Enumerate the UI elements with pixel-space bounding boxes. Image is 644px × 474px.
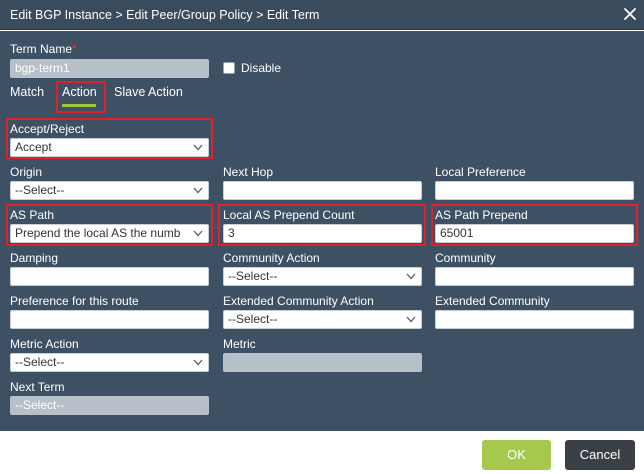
as-path-prepend-input[interactable]: 65001 [435,224,634,243]
metric-action-select[interactable]: --Select-- [10,353,209,372]
term-name-label: Term Name* [10,42,77,56]
next-term-label: Next Term [10,380,65,394]
origin-label: Origin [10,165,43,179]
chevron-down-icon [193,359,203,366]
accept-reject-select[interactable]: Accept [10,138,209,157]
metric-action-value: --Select-- [15,356,65,369]
chevron-down-icon [193,230,203,237]
chevron-down-icon [193,187,203,194]
metric-action-label: Metric Action [10,337,79,351]
chevron-down-icon [406,316,416,323]
extended-community-action-value: --Select-- [228,313,278,326]
damping-input[interactable] [10,267,209,286]
term-name-field: bgp-term1 [10,59,209,78]
as-path-label: AS Path [10,208,55,222]
tab-match[interactable]: Match [10,85,44,99]
local-as-prepend-count-label: Local AS Prepend Count [223,208,355,222]
dialog-titlebar: Edit BGP Instance > Edit Peer/Group Poli… [0,0,644,30]
extended-community-label: Extended Community [435,294,550,308]
close-icon[interactable] [623,7,637,21]
local-preference-input[interactable] [435,181,634,200]
as-path-value: Prepend the local AS the numb [15,227,181,240]
dialog-title: Edit BGP Instance > Edit Peer/Group Poli… [10,8,320,22]
tab-action[interactable]: Action [62,85,97,99]
community-label: Community [435,251,496,265]
next-term-select: --Select-- [10,396,209,415]
local-preference-label: Local Preference [435,165,526,179]
tab-slave-action[interactable]: Slave Action [114,85,183,99]
preference-label: Preference for this route [10,294,139,308]
extended-community-action-select[interactable]: --Select-- [223,310,422,329]
damping-label: Damping [10,251,59,265]
community-action-label: Community Action [223,251,320,265]
as-path-prepend-label: AS Path Prepend [435,208,528,222]
required-mark: * [72,42,77,56]
community-action-value: --Select-- [228,270,278,283]
next-hop-label: Next Hop [223,165,274,179]
as-path-select[interactable]: Prepend the local AS the numb [10,224,209,243]
extended-community-action-label: Extended Community Action [223,294,374,308]
extended-community-input[interactable] [435,310,634,329]
community-input[interactable] [435,267,634,286]
ok-button[interactable]: OK [482,440,551,470]
community-action-select[interactable]: --Select-- [223,267,422,286]
cancel-button[interactable]: Cancel [565,440,635,470]
local-as-prepend-count-input[interactable]: 3 [223,224,422,243]
metric-label: Metric [223,337,256,351]
accept-reject-label: Accept/Reject [10,122,85,136]
next-hop-input[interactable] [223,181,422,200]
disable-label: Disable [241,61,282,75]
origin-value: --Select-- [15,184,65,197]
chevron-down-icon [406,273,416,280]
active-tab-indicator [62,104,96,107]
accept-reject-value: Accept [15,141,52,154]
metric-input [223,353,422,372]
origin-select[interactable]: --Select-- [10,181,209,200]
chevron-down-icon [193,144,203,151]
disable-checkbox[interactable] [223,62,235,74]
preference-input[interactable] [10,310,209,329]
